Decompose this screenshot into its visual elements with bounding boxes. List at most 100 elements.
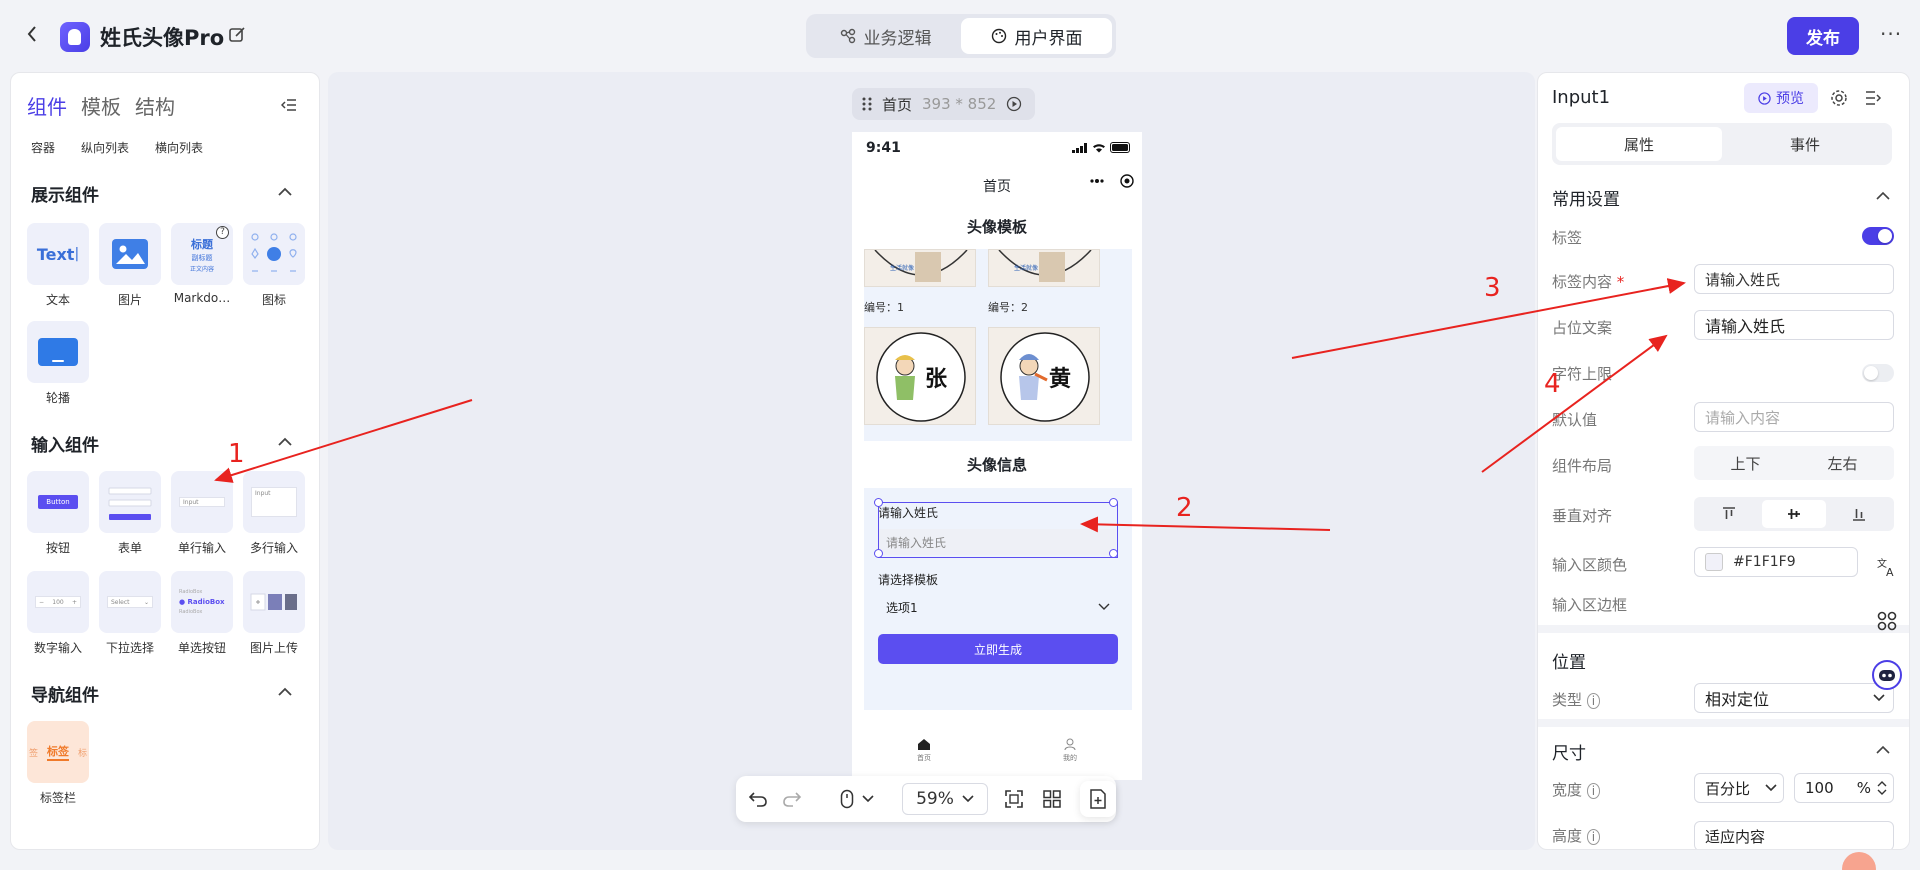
fit-screen-button[interactable] [1002,787,1026,811]
preview-button[interactable]: 预览 [1744,83,1818,113]
resize-handle[interactable] [874,498,883,507]
assistant-avatar-icon[interactable] [1872,660,1902,690]
tab-templates[interactable]: 模板 [81,91,121,120]
collapse-panel-icon[interactable] [280,97,299,113]
resize-handle[interactable] [874,549,883,558]
status-icons [1072,142,1132,153]
tab-user-interface[interactable]: 用户界面 [961,18,1112,54]
help-icon[interactable]: ? [216,226,229,239]
comp-markdown[interactable]: 标题 副标题 正文内容 ? Markdo… [171,223,233,305]
tab-business-logic[interactable]: 业务逻辑 [810,18,961,54]
comp-text[interactable]: Text | 文本 [27,223,89,308]
property-tabs: 属性 事件 [1552,123,1892,165]
battery-icon [1110,142,1130,153]
comp-carousel[interactable]: 轮播 [27,321,89,406]
comp-single-input[interactable]: Input 单行输入 [171,471,233,556]
avatar-thumb-huang[interactable]: 黄 [988,327,1100,425]
avatar-image: 张 [876,332,966,422]
comp-number-input[interactable]: −100 + 数字输入 [27,571,89,656]
align-middle-button[interactable] [1761,500,1827,528]
page-chip[interactable]: 首页 393 * 852 [852,88,1035,120]
comp-dropdown[interactable]: Select ⌄ 下拉选择 [99,571,161,656]
label-content-label: 标签内容 * [1552,273,1625,291]
align-top-button[interactable] [1697,500,1762,528]
tab-properties[interactable]: 属性 [1556,127,1722,161]
label-content-input[interactable]: 请输入姓氏 [1694,264,1894,294]
position-type-select[interactable]: 相对定位 [1694,683,1894,713]
generate-button[interactable]: 立即生成 [878,634,1118,664]
chevron-up-icon[interactable] [1876,745,1890,754]
redo-button[interactable] [780,787,804,811]
signal-icon [1072,142,1087,153]
comp-icon[interactable]: 图标 [243,223,305,308]
zoom-select[interactable]: 59% [902,783,988,815]
record-icon[interactable] [1120,174,1134,188]
default-value-label: 默认值 [1552,411,1598,429]
comp-icon-label: 图标 [261,293,286,307]
comp-image-upload[interactable]: 图片上传 [243,571,305,656]
comp-image[interactable]: 图片 [99,223,161,308]
undo-button[interactable] [746,787,770,811]
collapse-right-icon[interactable] [1864,89,1882,107]
chevron-up-icon[interactable] [1876,191,1890,200]
pointer-mode-button[interactable] [832,787,882,811]
drag-handle-icon[interactable] [862,96,872,112]
edit-icon[interactable] [228,26,248,46]
layout-vertical[interactable]: 上下 [1697,449,1794,477]
avatar-thumb-zhang[interactable]: 张 [864,327,976,425]
play-icon[interactable] [1006,96,1022,112]
tab-structure[interactable]: 结构 [135,91,175,120]
comp-form[interactable]: 表单 [99,471,161,556]
play-circle-icon [1758,91,1771,105]
select-sample-box: Select ⌄ [107,596,153,608]
avatar-thumb[interactable]: 生活就像 [864,249,976,287]
comp-tabbar[interactable]: 签 标签 标 标签栏 [27,721,89,806]
comp-multi-input[interactable]: Input 多行输入 [243,471,305,556]
selection-box[interactable] [874,498,1118,558]
comp-container[interactable]: 容器 [31,139,55,156]
stepper-icon[interactable] [1877,780,1887,796]
comp-multi-input-label: 多行输入 [249,541,298,555]
layout-horizontal[interactable]: 左右 [1794,449,1891,477]
apps-icon[interactable] [1872,606,1902,636]
translate-icon[interactable]: 文A [1872,552,1902,582]
bg-color-input[interactable]: #F1F1F9 [1694,547,1858,577]
resize-handle[interactable] [1109,549,1118,558]
width-unit-select[interactable]: 百分比 [1694,773,1784,803]
width-value-input[interactable]: 100 % [1794,773,1894,803]
height-select[interactable]: 适应内容 [1694,821,1894,849]
chevron-up-icon[interactable] [277,687,293,697]
height-label: 高度 i [1552,825,1601,846]
comp-button-label: 按钮 [45,541,70,555]
comp-vertical-list[interactable]: 纵向列表 [81,139,129,156]
avatar-thumb[interactable]: 生活就像 [988,249,1100,287]
gear-icon[interactable] [1830,89,1848,107]
publish-button[interactable]: 发布 [1787,17,1859,55]
avatar-image: 黄 [1000,332,1090,422]
chevron-up-icon[interactable] [277,187,293,197]
tab-home[interactable]: 首页 [904,738,944,763]
tab-sample-active: 标签 [47,743,69,761]
tab-components[interactable]: 组件 [27,91,67,120]
label-toggle[interactable] [1862,227,1894,245]
back-button[interactable] [26,24,46,48]
placeholder-input[interactable]: 请输入姓氏 [1694,310,1894,340]
tab-events[interactable]: 事件 [1722,127,1888,161]
align-bottom-button[interactable] [1826,500,1891,528]
more-dots-icon[interactable] [1090,179,1104,183]
comp-horizontal-list[interactable]: 横向列表 [155,139,203,156]
default-value-input[interactable]: 请输入内容 [1694,402,1894,432]
more-button[interactable]: ··· [1880,22,1902,46]
comp-button[interactable]: Button 按钮 [27,471,89,556]
color-swatch[interactable] [1705,553,1723,571]
help-bot-icon[interactable] [1842,852,1876,870]
grid-view-button[interactable] [1040,787,1064,811]
tab-mine[interactable]: 我的 [1050,738,1090,763]
maxlen-toggle[interactable] [1862,364,1894,382]
add-page-button[interactable] [1080,781,1116,817]
comp-radio[interactable]: RadioBox ● RadioBox RadioBox 单选按钮 [171,571,233,656]
template-select[interactable]: 选项1 [878,593,1118,621]
resize-handle[interactable] [1109,498,1118,507]
chevron-up-icon[interactable] [277,437,293,447]
layout-components: 容器 纵向列表 横向列表 [31,139,203,156]
